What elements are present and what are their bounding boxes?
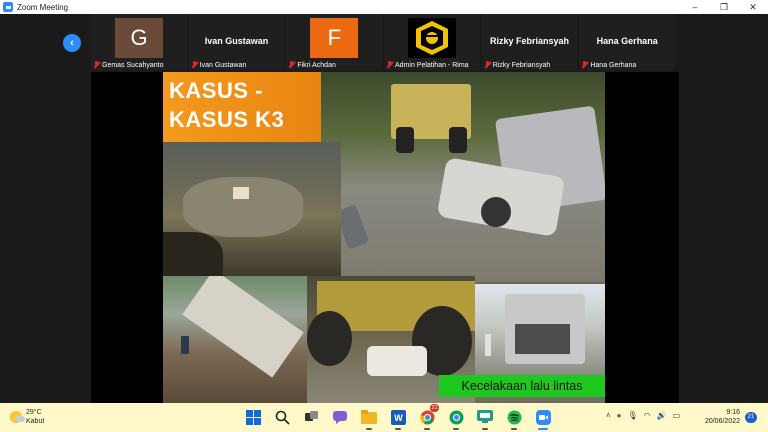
chrome-profile-icon[interactable]	[445, 406, 467, 430]
photo-overturned-truck	[163, 276, 307, 403]
clock[interactable]: 9:16 20/06/2022	[700, 408, 740, 426]
shared-screen: KASUS - KASUS K3 Kecelakaan lalu lintas	[91, 72, 679, 403]
participant-display-name: Hana Gerhana	[596, 36, 658, 46]
window-title: Zoom Meeting	[17, 2, 69, 12]
mic-muted-icon	[93, 61, 100, 69]
participant-name: Ivan Gustawan	[199, 61, 247, 69]
participant-strip: G Gemas Sucahyanto Ivan Gustawan Ivan Gu…	[91, 14, 676, 70]
meeting-area: ‹ G Gemas Sucahyanto Ivan Gustawan Ivan …	[0, 14, 768, 403]
weather-desc: Kabut	[26, 418, 45, 425]
participant-name: Admin Pelatihan - Rima	[395, 61, 469, 69]
participant-tile[interactable]: Rizky Febriansyah Rizky Febriansyah	[481, 14, 578, 70]
avatar: G	[115, 18, 163, 58]
svg-text:W: W	[394, 413, 403, 423]
weather-fog-icon	[10, 411, 25, 423]
chrome-icon[interactable]: 21	[416, 404, 439, 430]
photo-truck-accident	[321, 72, 605, 282]
volume-icon[interactable]: 🔊	[657, 411, 667, 420]
organization-logo-icon	[408, 18, 457, 58]
teams-icon[interactable]	[474, 406, 496, 430]
participant-display-name: Rizky Febriansyah	[490, 36, 570, 46]
participant-name: Hana Gerhana	[590, 61, 637, 69]
mic-muted-icon	[581, 61, 588, 69]
weather-widget[interactable]: 29°C Kabut	[10, 408, 44, 426]
participant-tile[interactable]: Ivan Gustawan Ivan Gustawan	[188, 14, 285, 70]
participant-tile[interactable]: Hana Gerhana Hana Gerhana	[579, 14, 676, 70]
minimize-button[interactable]: –	[680, 0, 710, 14]
task-view-icon[interactable]	[300, 406, 322, 428]
participant-name: Fikri Achdan	[297, 61, 336, 69]
avatar: F	[310, 18, 359, 58]
chevron-left-icon: ‹	[70, 37, 74, 49]
clock-time: 9:16	[726, 409, 740, 416]
participant-name: Rizky Febriansyah	[492, 61, 551, 69]
participant-tile[interactable]: G Gemas Sucahyanto	[91, 14, 187, 70]
battery-icon[interactable]: ▭	[673, 411, 681, 420]
participant-display-name: Ivan Gustawan	[204, 36, 269, 46]
chat-icon[interactable]	[329, 406, 351, 428]
search-icon[interactable]	[271, 406, 293, 428]
system-tray: ˄ ● 🎙 ◠ 🔊 ▭	[606, 411, 680, 420]
mic-muted-icon	[484, 61, 491, 69]
mic-muted-icon	[288, 61, 295, 69]
mic-muted-icon	[191, 61, 198, 69]
spotify-icon[interactable]	[503, 406, 525, 430]
file-explorer-icon[interactable]	[358, 406, 380, 430]
clock-date: 20/06/2022	[704, 418, 740, 425]
slide-caption: Kecelakaan lalu lintas	[439, 375, 605, 397]
chevron-up-icon[interactable]: ˄	[606, 411, 611, 420]
taskbar-apps: W 21	[242, 404, 554, 430]
participant-tile[interactable]: Admin Pelatihan - Rima	[384, 14, 480, 70]
photo-flooded-pit	[163, 142, 341, 276]
microphone-icon[interactable]: 🎙	[628, 411, 638, 420]
word-icon[interactable]: W	[387, 406, 409, 430]
weather-temp: 29°C	[26, 409, 42, 416]
zoom-icon[interactable]	[532, 406, 554, 430]
zoom-app-icon	[3, 2, 13, 12]
start-icon[interactable]	[242, 406, 264, 428]
slide-title: KASUS - KASUS K3	[163, 72, 321, 142]
wifi-icon[interactable]: ◠	[644, 411, 651, 420]
taskbar: 29°C Kabut W 21 ˄ ● 🎙 ◠ 🔊 ▭ 9:16 20/06/2…	[0, 403, 768, 432]
close-button[interactable]: ✕	[738, 0, 768, 14]
collapse-gallery-button[interactable]: ‹	[63, 34, 81, 52]
participant-name: Gemas Sucahyanto	[102, 61, 164, 69]
chrome-badge: 21	[430, 404, 439, 412]
slide-title-line2: KASUS K3	[169, 107, 285, 132]
maximize-button[interactable]: ❐	[709, 0, 739, 14]
slide-title-line1: KASUS -	[169, 78, 263, 103]
presentation-slide: KASUS - KASUS K3 Kecelakaan lalu lintas	[163, 72, 605, 403]
security-icon[interactable]: ●	[617, 411, 622, 420]
window-titlebar: Zoom Meeting – ❐ ✕	[0, 0, 768, 14]
participant-tile[interactable]: F Fikri Achdan	[286, 14, 383, 70]
mic-muted-icon	[386, 61, 393, 69]
notification-badge[interactable]: 21	[745, 412, 757, 423]
